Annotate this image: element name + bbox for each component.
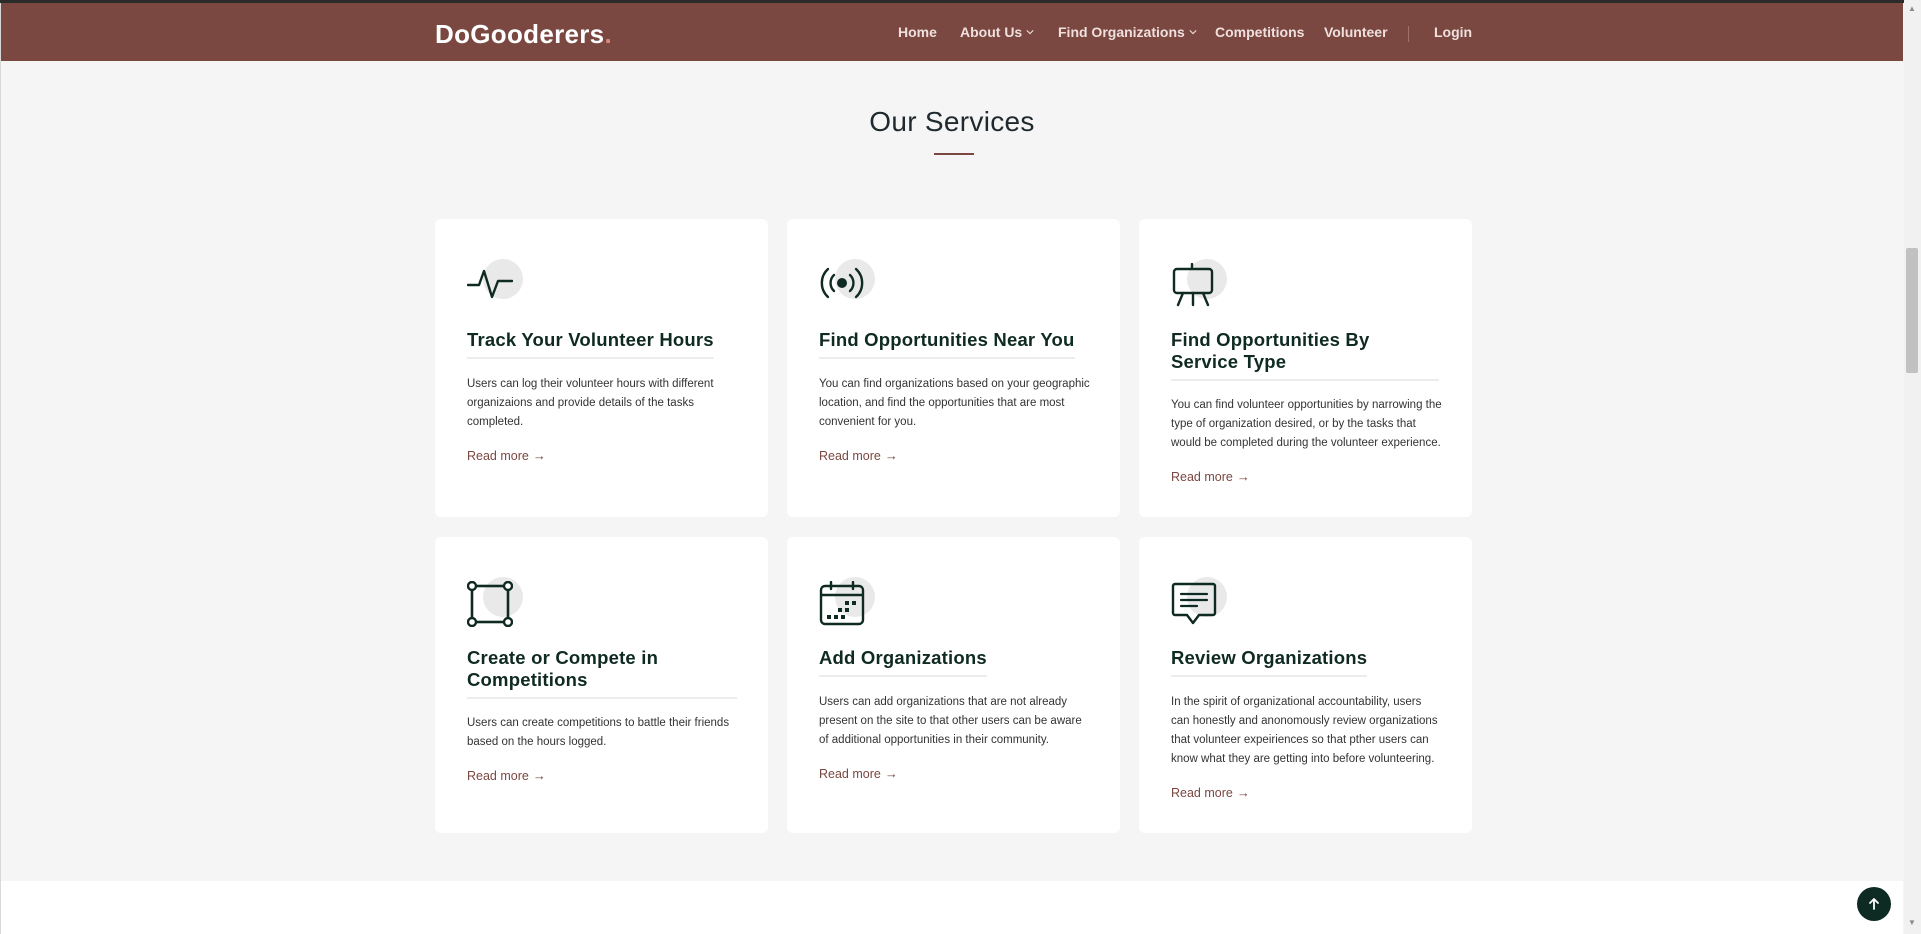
scroll-down-arrow-icon[interactable]: ▼	[1908, 918, 1916, 927]
site-header: DoGooderers. Home About Us Find Organiza…	[1, 3, 1903, 61]
arrow-right-icon: →	[532, 768, 546, 783]
nav-divider	[1408, 26, 1409, 42]
scrollbar-thumb[interactable]	[1906, 248, 1918, 373]
read-more-label: Read more	[467, 768, 529, 783]
read-more-link[interactable]: Read more →	[1171, 469, 1250, 484]
read-more-link[interactable]: Read more →	[467, 448, 546, 463]
read-more-link[interactable]: Read more →	[819, 448, 898, 463]
card-title: Find Opportunities By Service Type	[1171, 329, 1439, 381]
chevron-down-icon	[1189, 30, 1197, 35]
chevron-down-icon	[1026, 30, 1034, 35]
bounding-box-icon	[467, 581, 513, 627]
card-text: You can find volunteer opportunities by …	[1171, 399, 1442, 449]
chat-icon	[1171, 582, 1217, 625]
nav-about-label: About Us	[960, 24, 1023, 40]
read-more-label: Read more	[819, 448, 881, 463]
card-text: Users can add organizations that are not…	[819, 696, 1082, 746]
scroll-up-arrow-icon[interactable]: ▲	[1908, 4, 1916, 13]
nav-about-us[interactable]: About Us	[960, 24, 1034, 40]
main-nav: Home About Us Find Organizations Competi…	[1, 3, 1903, 61]
read-more-label: Read more	[467, 448, 529, 463]
card-title: Add Organizations	[819, 647, 987, 677]
icon-container	[1171, 259, 1227, 309]
nav-volunteer[interactable]: Volunteer	[1324, 24, 1388, 40]
service-card-add-organizations: Add Organizations Users can add organiza…	[787, 537, 1120, 833]
nav-find-label: Find Organizations	[1058, 24, 1185, 40]
arrow-right-icon: →	[532, 448, 546, 463]
back-to-top-button[interactable]	[1857, 887, 1891, 921]
easel-icon	[1172, 263, 1214, 307]
read-more-label: Read more	[819, 766, 881, 781]
card-text: You can find organizations based on your…	[819, 378, 1090, 428]
service-card-competitions: Create or Compete in Competitions Users …	[435, 537, 768, 833]
read-more-label: Read more	[1171, 469, 1233, 484]
read-more-link[interactable]: Read more →	[467, 768, 546, 783]
card-text: In the spirit of organizational accounta…	[1171, 696, 1438, 765]
read-more-label: Read more	[1171, 785, 1233, 800]
activity-icon	[467, 269, 513, 299]
next-section	[1, 881, 1903, 934]
card-title: Find Opportunities Near You	[819, 329, 1075, 359]
window-top-edge	[0, 0, 1921, 3]
broadcast-icon	[820, 267, 864, 299]
icon-container	[467, 259, 523, 309]
arrow-right-icon: →	[1236, 785, 1250, 800]
arrow-up-icon	[1869, 898, 1879, 910]
card-title: Create or Compete in Competitions	[467, 647, 737, 699]
card-text: Users can log their volunteer hours with…	[467, 378, 714, 428]
nav-find-organizations[interactable]: Find Organizations	[1058, 24, 1197, 40]
nav-home[interactable]: Home	[898, 24, 937, 40]
arrow-right-icon: →	[884, 448, 898, 463]
calendar-icon	[819, 581, 865, 626]
service-card-find-near-you: Find Opportunities Near You You can find…	[787, 219, 1120, 517]
service-card-review-organizations: Review Organizations In the spirit of or…	[1139, 537, 1472, 833]
scrollbar[interactable]	[1904, 0, 1921, 934]
nav-competitions[interactable]: Competitions	[1215, 24, 1304, 40]
icon-container	[819, 577, 875, 627]
card-title: Review Organizations	[1171, 647, 1368, 677]
icon-container	[467, 577, 523, 627]
service-card-service-type: Find Opportunities By Service Type You c…	[1139, 219, 1472, 517]
page: DoGooderers. Home About Us Find Organiza…	[0, 0, 1903, 934]
title-underline	[934, 153, 974, 155]
read-more-link[interactable]: Read more →	[819, 766, 898, 781]
card-text: Users can create competitions to battle …	[467, 717, 730, 748]
icon-container	[1171, 577, 1227, 627]
arrow-right-icon: →	[884, 766, 898, 781]
service-card-track-hours: Track Your Volunteer Hours Users can log…	[435, 219, 768, 517]
read-more-link[interactable]: Read more →	[1171, 785, 1250, 800]
section-title: Our Services	[869, 106, 1035, 137]
nav-login[interactable]: Login	[1434, 24, 1472, 40]
card-title: Track Your Volunteer Hours	[467, 329, 714, 359]
arrow-right-icon: →	[1236, 469, 1250, 484]
icon-container	[819, 259, 875, 309]
